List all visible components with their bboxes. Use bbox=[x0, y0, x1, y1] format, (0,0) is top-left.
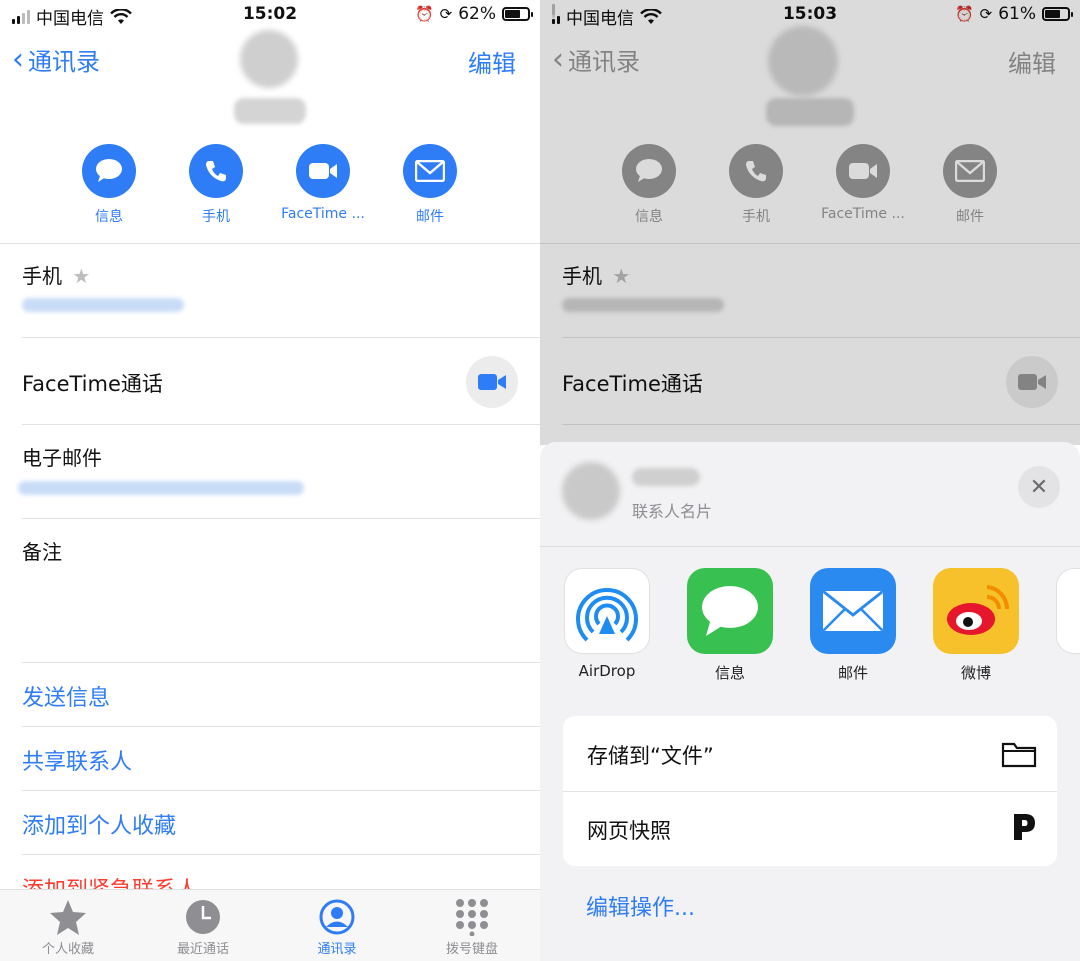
battery-percent: 62% bbox=[458, 4, 496, 24]
share-app-mail[interactable]: 邮件 bbox=[798, 568, 908, 683]
star-icon bbox=[50, 900, 86, 935]
share-app-label: AirDrop bbox=[578, 662, 636, 680]
keypad-icon bbox=[456, 899, 488, 936]
star-icon[interactable]: ★ bbox=[72, 264, 90, 288]
tab-contacts[interactable]: 通讯录 bbox=[277, 896, 397, 957]
phone-icon bbox=[206, 161, 226, 182]
share-actions-list: 存储到“文件” 网页快照 bbox=[563, 716, 1057, 866]
save-to-files-action[interactable]: 存储到“文件” bbox=[587, 740, 714, 770]
back-label: 通讯录 bbox=[28, 48, 100, 76]
divider bbox=[0, 243, 540, 244]
facetime-action-label: FaceTime ... bbox=[281, 206, 365, 222]
share-contact-name bbox=[632, 468, 700, 486]
dim-overlay[interactable] bbox=[540, 0, 1080, 445]
facetime-video-button[interactable] bbox=[466, 356, 518, 408]
share-app-airdrop[interactable]: AirDrop bbox=[552, 568, 662, 680]
folder-icon bbox=[1001, 742, 1037, 768]
send-message-link[interactable]: 发送信息 bbox=[22, 680, 110, 712]
mail-action-label: 邮件 bbox=[416, 209, 444, 225]
message-icon bbox=[96, 159, 122, 182]
phone-action-button[interactable]: 手机 bbox=[161, 144, 271, 226]
clock-icon bbox=[186, 900, 220, 934]
edit-button[interactable]: 编辑 bbox=[468, 44, 516, 79]
divider bbox=[22, 518, 540, 519]
contact-detail-screen: 中国电信 15:02 ⏰ ⟳ 62% ‹ 通讯录 编辑 信息 手机 FaceTi… bbox=[0, 0, 540, 961]
divider bbox=[22, 337, 540, 338]
share-contact-avatar bbox=[562, 462, 620, 520]
contact-avatar bbox=[240, 30, 298, 88]
tab-label: 拨号键盘 bbox=[445, 942, 498, 957]
rotation-lock-icon: ⟳ bbox=[439, 5, 453, 23]
airdrop-icon bbox=[576, 588, 638, 642]
tab-label: 个人收藏 bbox=[41, 942, 94, 957]
share-app-label: 邮件 bbox=[837, 664, 868, 682]
share-app-label: 信息 bbox=[714, 664, 745, 682]
divider bbox=[22, 662, 540, 663]
divider bbox=[563, 791, 1057, 792]
phone-field-label: 手机 ★ bbox=[22, 260, 90, 289]
messages-app-icon bbox=[702, 586, 758, 636]
contact-name bbox=[234, 98, 306, 124]
message-action-label: 信息 bbox=[95, 209, 123, 225]
divider bbox=[22, 424, 540, 425]
alarm-icon: ⏰ bbox=[414, 5, 434, 23]
email-value[interactable] bbox=[18, 481, 304, 495]
web-snapshot-action[interactable]: 网页快照 bbox=[587, 815, 671, 845]
facetime-action-button[interactable]: FaceTime ... bbox=[268, 144, 378, 222]
video-icon bbox=[478, 374, 506, 390]
weibo-app-icon bbox=[947, 585, 1009, 635]
back-button[interactable]: ‹ 通讯录 bbox=[12, 42, 100, 77]
notes-field-label: 备注 bbox=[22, 540, 62, 564]
share-sheet: 联系人名片 ✕ AirDrop 信息 邮件 微博 存储到“文件” 网页快照 编辑… bbox=[540, 442, 1080, 961]
divider bbox=[22, 854, 540, 855]
tab-recents[interactable]: 最近通话 bbox=[143, 896, 263, 957]
share-contact-link[interactable]: 共享联系人 bbox=[22, 744, 132, 776]
tab-label: 通讯录 bbox=[317, 942, 357, 957]
close-button[interactable]: ✕ bbox=[1018, 466, 1060, 508]
snapshot-p-icon bbox=[1014, 814, 1035, 840]
close-icon: ✕ bbox=[1029, 474, 1049, 500]
phone-action-label: 手机 bbox=[202, 209, 230, 225]
tab-keypad[interactable]: 拨号键盘 bbox=[412, 896, 532, 957]
status-bar: 中国电信 15:02 ⏰ ⟳ 62% bbox=[0, 0, 540, 30]
mail-action-button[interactable]: 邮件 bbox=[375, 144, 485, 226]
video-icon bbox=[309, 163, 337, 179]
share-app-label: 微博 bbox=[960, 664, 991, 682]
facetime-field-label: FaceTime通话 bbox=[22, 372, 163, 396]
share-contact-screen: 中国电信 15:03 ⏰ ⟳ 61% ‹ 通讯录 编辑 信息 手机 FaceTi… bbox=[540, 0, 1080, 961]
tab-favorites[interactable]: 个人收藏 bbox=[8, 896, 128, 957]
edit-actions-link[interactable]: 编辑操作... bbox=[586, 890, 695, 922]
chevron-left-icon: ‹ bbox=[12, 41, 24, 77]
mail-icon bbox=[415, 160, 445, 182]
share-app-weibo[interactable]: 微博 bbox=[921, 568, 1031, 683]
tab-bar: 个人收藏 最近通话 通讯录 拨号键盘 bbox=[0, 889, 540, 961]
tab-label: 最近通话 bbox=[176, 942, 229, 957]
message-action-button[interactable]: 信息 bbox=[54, 144, 164, 226]
share-app-more-peek[interactable] bbox=[1056, 568, 1080, 654]
contacts-icon bbox=[319, 899, 355, 935]
share-app-messages[interactable]: 信息 bbox=[675, 568, 785, 683]
phone-label-text: 手机 bbox=[22, 264, 62, 288]
email-field-label: 电子邮件 bbox=[22, 446, 102, 470]
share-subtitle: 联系人名片 bbox=[632, 502, 713, 521]
battery-icon bbox=[502, 7, 533, 21]
divider bbox=[22, 790, 540, 791]
add-to-favorites-link[interactable]: 添加到个人收藏 bbox=[22, 808, 176, 840]
mail-app-icon bbox=[823, 590, 883, 631]
divider bbox=[22, 726, 540, 727]
divider bbox=[540, 546, 1080, 547]
phone-number-value[interactable] bbox=[22, 298, 184, 312]
